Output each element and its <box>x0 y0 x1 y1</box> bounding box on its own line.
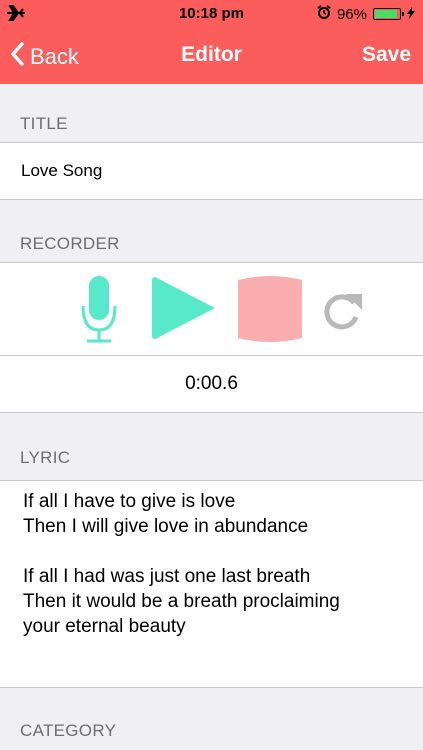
lyric-cell[interactable]: If all I have to give is love Then I wil… <box>0 480 423 688</box>
save-button[interactable]: Save <box>362 43 411 67</box>
battery-percentage: 96% <box>336 5 367 23</box>
elapsed-time: 0:00.6 <box>185 373 238 394</box>
title-input[interactable] <box>21 161 401 181</box>
title-section-header: TITLE <box>20 114 68 133</box>
stop-button[interactable] <box>238 275 302 348</box>
title-cell <box>0 142 423 200</box>
timer-cell: 0:00.6 <box>0 355 423 413</box>
lyric-section-header: LYRIC <box>20 448 71 467</box>
category-section-header: CATEGORY <box>20 721 117 740</box>
recorder-controls <box>0 262 423 356</box>
lyric-text-area[interactable]: If all I have to give is love Then I wil… <box>23 489 403 639</box>
play-icon <box>151 277 218 345</box>
recorder-section-header: RECORDER <box>20 234 120 253</box>
status-bar: 10:18 pm 96% <box>0 0 423 28</box>
reset-button[interactable] <box>322 290 364 335</box>
battery-icon <box>373 8 404 20</box>
alarm-clock-icon <box>317 5 331 23</box>
navigation-bar: Back Editor Save <box>0 28 423 84</box>
status-right: 96% <box>317 5 415 23</box>
page-title: Editor <box>181 43 242 66</box>
refresh-icon <box>322 294 364 334</box>
play-button[interactable] <box>151 275 218 346</box>
microphone-icon <box>79 276 119 348</box>
stop-icon <box>238 276 302 347</box>
record-button[interactable] <box>79 276 119 349</box>
charging-icon <box>407 6 415 23</box>
